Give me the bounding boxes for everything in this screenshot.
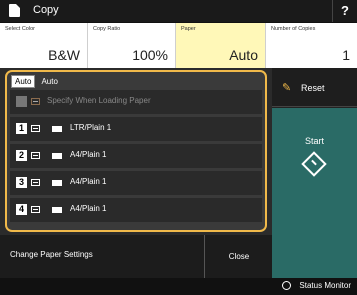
copy-icon <box>9 4 20 17</box>
paper-sheet-icon <box>52 180 62 186</box>
drawer-icon <box>31 152 40 159</box>
right-panel: ✎ Reset Start <box>272 68 357 278</box>
paper-source-label: A4/Plain 1 <box>70 177 107 186</box>
setting-label: Copy Ratio <box>93 26 121 32</box>
drawer-number-icon: 3 <box>16 177 27 188</box>
paper-sheet-icon <box>52 153 62 159</box>
reset-label: Reset <box>301 83 325 93</box>
auto-label: Auto <box>41 76 58 86</box>
help-button[interactable]: ? <box>332 0 357 22</box>
copy-ratio-setting[interactable]: Copy Ratio 100% <box>88 23 176 68</box>
paper-source-drawer-1[interactable]: 1 LTR/Plain 1 <box>10 117 262 141</box>
paper-source-label: A4/Plain 1 <box>70 150 107 159</box>
start-button[interactable]: Start <box>272 108 357 278</box>
paper-source-drawer-2[interactable]: 2 A4/Plain 1 <box>10 144 262 168</box>
paper-select-popup: Auto Auto Specify When Loading Paper 1 L… <box>5 70 267 232</box>
reset-icon: ✎ <box>282 82 292 94</box>
drawer-icon <box>31 98 40 105</box>
setting-label: Select Color <box>5 26 35 32</box>
change-paper-settings-button[interactable]: Change Paper Settings <box>0 235 205 278</box>
drawer-number-icon: 1 <box>16 123 27 134</box>
drawer-icon <box>31 179 40 186</box>
close-button[interactable]: Close <box>206 235 272 278</box>
setting-label: Number of Copies <box>271 26 316 32</box>
paper-sheet-icon <box>52 207 62 213</box>
paper-source-label: LTR/Plain 1 <box>70 123 112 132</box>
settings-bar: Select Color B&W Copy Ratio 100% Paper A… <box>0 23 357 68</box>
reset-button[interactable]: ✎ Reset <box>272 68 357 107</box>
drawer-number-icon: 4 <box>16 204 27 215</box>
auto-option[interactable]: Auto Auto <box>11 74 58 88</box>
setting-value: B&W <box>48 47 80 63</box>
paper-source-drawer-4[interactable]: 4 A4/Plain 1 <box>10 198 262 222</box>
status-bar: Status Monitor <box>0 278 357 295</box>
paper-source-drawer-3[interactable]: 3 A4/Plain 1 <box>10 171 262 195</box>
number-of-copies-setting[interactable]: Number of Copies 1 <box>266 23 357 68</box>
copy-screen: Copy ? Select Color B&W Copy Ratio 100% … <box>0 0 357 295</box>
setting-value: 100% <box>132 47 168 63</box>
paper-source-specify-when-loading[interactable]: Specify When Loading Paper <box>10 90 262 114</box>
paper-setting[interactable]: Paper Auto <box>176 23 266 68</box>
paper-source-label: A4/Plain 1 <box>70 204 107 213</box>
setting-value: Auto <box>229 47 258 63</box>
paper-source-label: Specify When Loading Paper <box>47 96 151 105</box>
page-title: Copy <box>33 4 59 16</box>
multipurpose-tray-icon <box>16 96 27 107</box>
setting-label: Paper <box>181 26 196 32</box>
drawer-number-icon: 2 <box>16 150 27 161</box>
bottom-bar: Change Paper Settings Close <box>0 235 272 278</box>
title-bar: Copy ? <box>0 0 357 22</box>
start-label: Start <box>304 136 324 146</box>
status-monitor-button[interactable]: Status Monitor <box>299 281 351 290</box>
status-monitor-icon <box>282 281 291 290</box>
change-paper-settings-label: Change Paper Settings <box>10 250 93 259</box>
paper-sheet-icon <box>52 126 62 132</box>
auto-chip: Auto <box>11 74 36 88</box>
start-icon <box>301 151 327 177</box>
select-color-setting[interactable]: Select Color B&W <box>0 23 88 68</box>
drawer-icon <box>31 125 40 132</box>
drawer-icon <box>31 206 40 213</box>
setting-value: 1 <box>342 47 350 63</box>
